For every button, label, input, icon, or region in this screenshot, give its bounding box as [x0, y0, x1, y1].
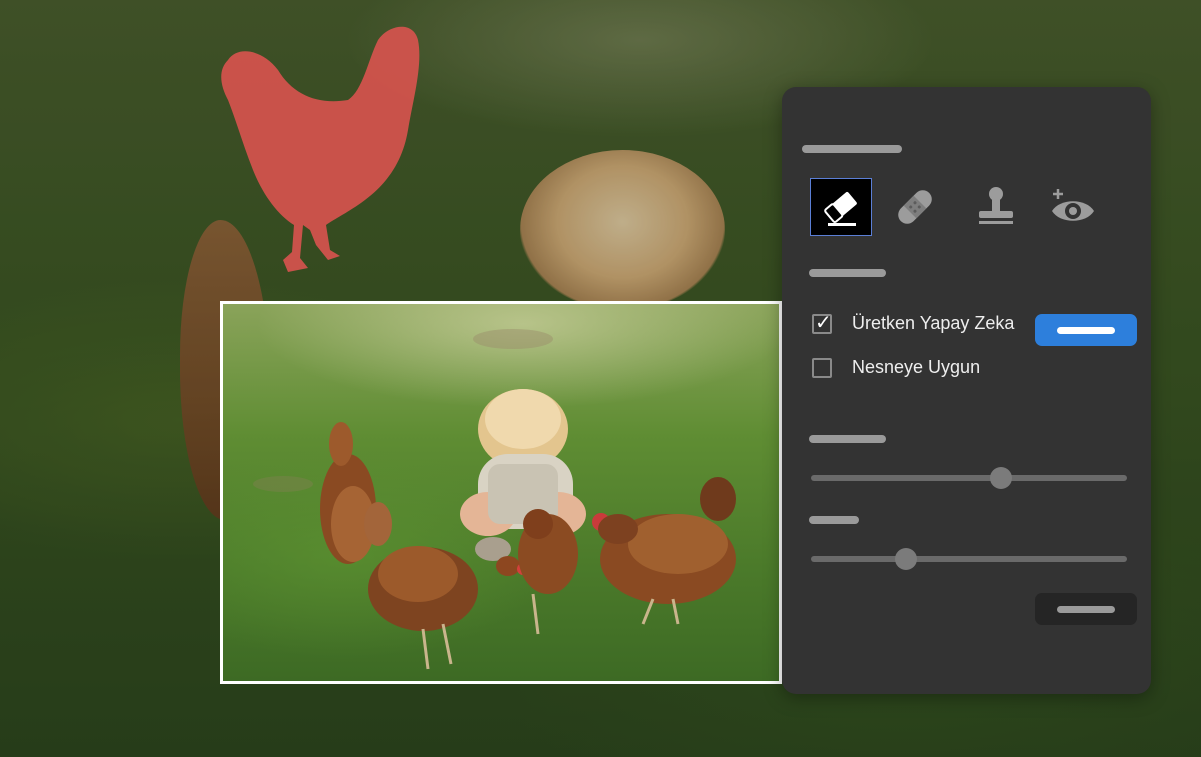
- primary-action-button[interactable]: [1035, 314, 1137, 346]
- section-label-placeholder: [809, 269, 886, 277]
- eraser-icon: [824, 192, 857, 226]
- retouch-panel: ✓ Üretken Yapay Zeka Nesneye Uygun: [782, 87, 1151, 694]
- slider-1-label-placeholder: [809, 435, 886, 443]
- slider-2[interactable]: [811, 548, 1127, 570]
- checkmark-icon: ✓: [815, 309, 832, 334]
- hen-left: [320, 422, 376, 564]
- slider-1[interactable]: [811, 467, 1127, 489]
- secondary-action-button[interactable]: [1035, 593, 1137, 625]
- hen-center-right: [518, 509, 578, 635]
- generative-ai-checkbox[interactable]: ✓: [812, 309, 832, 334]
- object-aware-label: Nesneye Uygun: [852, 357, 981, 377]
- tool-red-eye[interactable]: [1042, 178, 1104, 236]
- panel-title-placeholder: [802, 145, 902, 153]
- bandage-icon: [898, 190, 932, 224]
- tool-clone-stamp[interactable]: [965, 178, 1027, 236]
- tool-healing[interactable]: [884, 178, 946, 236]
- crop-preview-image: [253, 329, 736, 670]
- option-object-aware[interactable]: Nesneye Uygun: [812, 357, 980, 378]
- object-aware-checkbox[interactable]: [812, 357, 832, 378]
- eye-add-icon: [1052, 189, 1094, 221]
- selection-mask-hen[interactable]: [208, 20, 428, 280]
- slider-1-handle[interactable]: [989, 467, 1012, 489]
- generative-ai-label: Üretken Yapay Zeka: [852, 313, 1015, 333]
- option-generative-ai[interactable]: ✓ Üretken Yapay Zeka: [812, 309, 1015, 334]
- primary-action-label-placeholder: [1057, 327, 1115, 334]
- hen-right: [592, 477, 736, 625]
- tool-eraser[interactable]: [810, 178, 872, 236]
- slider-2-label-placeholder: [809, 516, 859, 524]
- secondary-action-label-placeholder: [1057, 606, 1115, 613]
- crop-preview-frame[interactable]: [220, 301, 782, 684]
- stamp-icon: [979, 187, 1013, 224]
- slider-2-handle[interactable]: [894, 548, 917, 570]
